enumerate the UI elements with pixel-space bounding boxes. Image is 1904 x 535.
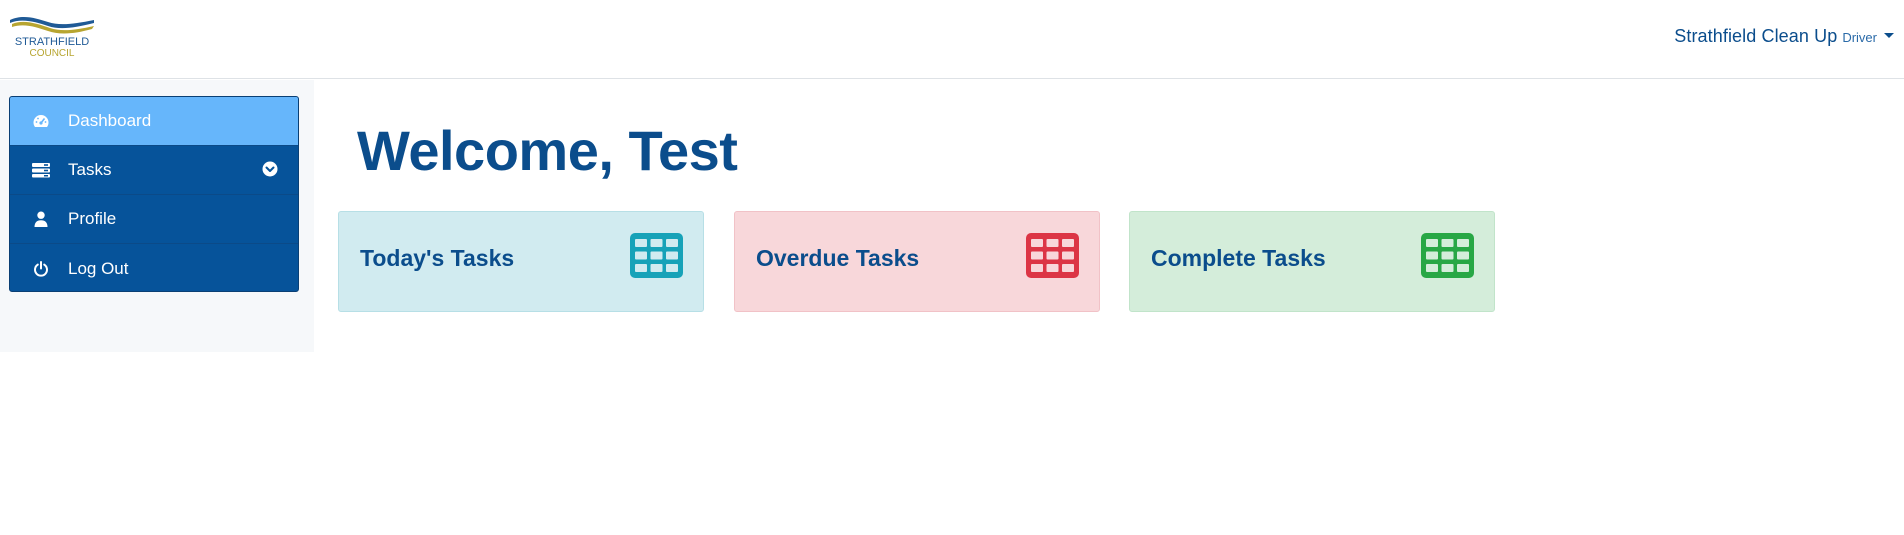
sidebar-nav: Dashboard Tasks Profile Log Out [9, 96, 299, 292]
user-name: Strathfield Clean Up [1674, 26, 1838, 46]
table-icon [1421, 233, 1474, 278]
card-title: Complete Tasks [1151, 245, 1326, 271]
todays-tasks-card[interactable]: Today's Tasks [338, 211, 704, 312]
caret-down-icon [1884, 33, 1894, 38]
logo-text-line1: STRATHFIELD [15, 36, 89, 48]
sidebar-item-logout[interactable]: Log Out [10, 244, 298, 291]
sidebar-item-label: Dashboard [68, 111, 152, 130]
sidebar-item-profile[interactable]: Profile [10, 195, 298, 244]
user-role: Driver [1842, 30, 1877, 45]
strathfield-council-logo[interactable]: STRATHFIELD COUNCIL [8, 14, 96, 58]
sidebar-item-dashboard[interactable]: Dashboard [10, 97, 298, 146]
overdue-tasks-card[interactable]: Overdue Tasks [734, 211, 1100, 312]
sidebar-item-label: Tasks [68, 160, 112, 179]
user-menu-dropdown[interactable]: Strathfield Clean Up Driver [1674, 26, 1894, 48]
page-title: Welcome, Test [357, 119, 738, 182]
card-title: Today's Tasks [360, 245, 515, 271]
sidebar-area: Dashboard Tasks Profile Log Out [0, 80, 314, 352]
card-title: Overdue Tasks [756, 245, 920, 271]
sidebar-item-label: Log Out [68, 258, 129, 278]
user-icon [30, 208, 52, 230]
logo-text-line2: COUNCIL [29, 48, 74, 58]
top-navbar: STRATHFIELD COUNCIL Strathfield Clean Up… [0, 0, 1904, 79]
tasks-icon [30, 159, 52, 181]
table-icon [630, 233, 683, 278]
power-icon [30, 258, 52, 280]
sidebar-item-tasks[interactable]: Tasks [10, 146, 298, 195]
dashboard-icon [30, 110, 52, 132]
chevron-down-circle-icon[interactable] [262, 161, 278, 177]
sidebar-item-label: Profile [68, 209, 117, 228]
table-icon [1026, 233, 1079, 278]
complete-tasks-card[interactable]: Complete Tasks [1129, 211, 1495, 312]
